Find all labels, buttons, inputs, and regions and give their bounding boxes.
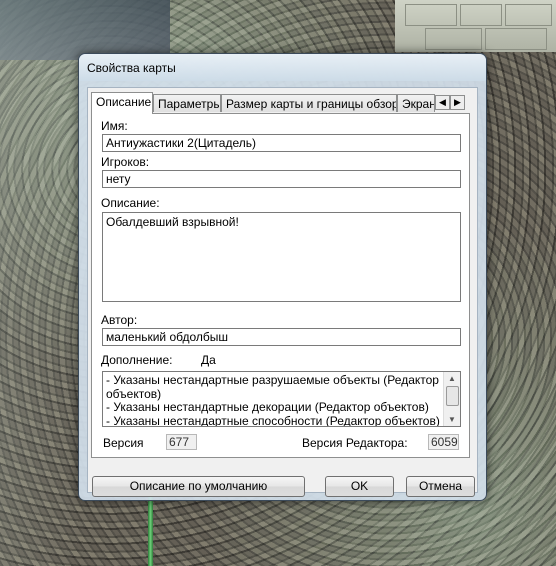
- name-field[interactable]: Антиужастики 2(Цитадель): [102, 134, 461, 152]
- version-field: 677: [166, 434, 197, 450]
- wall-brick: [505, 4, 552, 26]
- window-title: Свойства карты: [87, 61, 176, 75]
- tab-description[interactable]: Описание: [91, 92, 153, 114]
- dialog-client-area: Описание Параметры Размер карты и границ…: [87, 87, 478, 497]
- scroll-up-icon[interactable]: ▲: [444, 372, 460, 385]
- default-description-button[interactable]: Описание по умолчанию: [92, 476, 305, 497]
- wall-brick: [425, 28, 482, 50]
- addon-list-text: - Указаны нестандартные разрушаемые объе…: [106, 373, 442, 427]
- addon-value: Да: [201, 353, 216, 367]
- addon-list-scrollbar[interactable]: ▲ ▼: [443, 372, 460, 426]
- author-label: Автор:: [101, 313, 138, 327]
- tab-scroll-left-icon[interactable]: ◀: [435, 95, 450, 110]
- scroll-down-icon[interactable]: ▼: [444, 413, 460, 426]
- author-field[interactable]: маленький обдолбыш: [102, 328, 461, 346]
- tab-map-size[interactable]: Размер карты и границы обзора: [221, 94, 397, 112]
- addon-label: Дополнение:: [101, 353, 173, 367]
- addon-list[interactable]: - Указаны нестандартные разрушаемые объе…: [102, 371, 461, 427]
- version-label: Версия: [103, 436, 144, 450]
- editor-version-label: Версия Редактора:: [302, 436, 408, 450]
- tab-screen[interactable]: Экран: [397, 94, 435, 112]
- title-bar[interactable]: Свойства карты: [79, 54, 486, 81]
- description-label: Описание:: [101, 196, 160, 210]
- ok-button[interactable]: OK: [325, 476, 394, 497]
- cancel-button[interactable]: Отмена: [406, 476, 475, 497]
- players-field[interactable]: нету: [102, 170, 461, 188]
- list-item: объектов): [106, 386, 162, 401]
- list-item: - Указаны нестандартные декорации (Редак…: [106, 400, 429, 414]
- tab-scroll-right-icon[interactable]: ▶: [450, 95, 465, 110]
- wall-brick: [405, 4, 457, 26]
- description-field[interactable]: Обалдевший взрывной!: [102, 212, 461, 302]
- map-properties-dialog: Свойства карты Описание Параметры Размер…: [78, 53, 487, 501]
- wall-brick: [460, 4, 502, 26]
- stone-wall: [395, 0, 556, 52]
- name-label: Имя:: [101, 119, 128, 133]
- editor-version-field: 6059: [428, 434, 459, 450]
- description-panel: Имя: Антиужастики 2(Цитадель) Игроков: н…: [91, 113, 470, 458]
- scrollbar-thumb[interactable]: [446, 386, 459, 406]
- tab-parameters[interactable]: Параметры: [153, 94, 221, 112]
- wall-brick: [485, 28, 547, 50]
- list-item: - Указаны нестандартные способности (Ред…: [106, 413, 440, 427]
- list-item: - Указаны нестандартные разрушаемые объе…: [106, 373, 439, 387]
- tab-strip: Описание Параметры Размер карты и границ…: [91, 92, 465, 114]
- players-label: Игроков:: [101, 155, 150, 169]
